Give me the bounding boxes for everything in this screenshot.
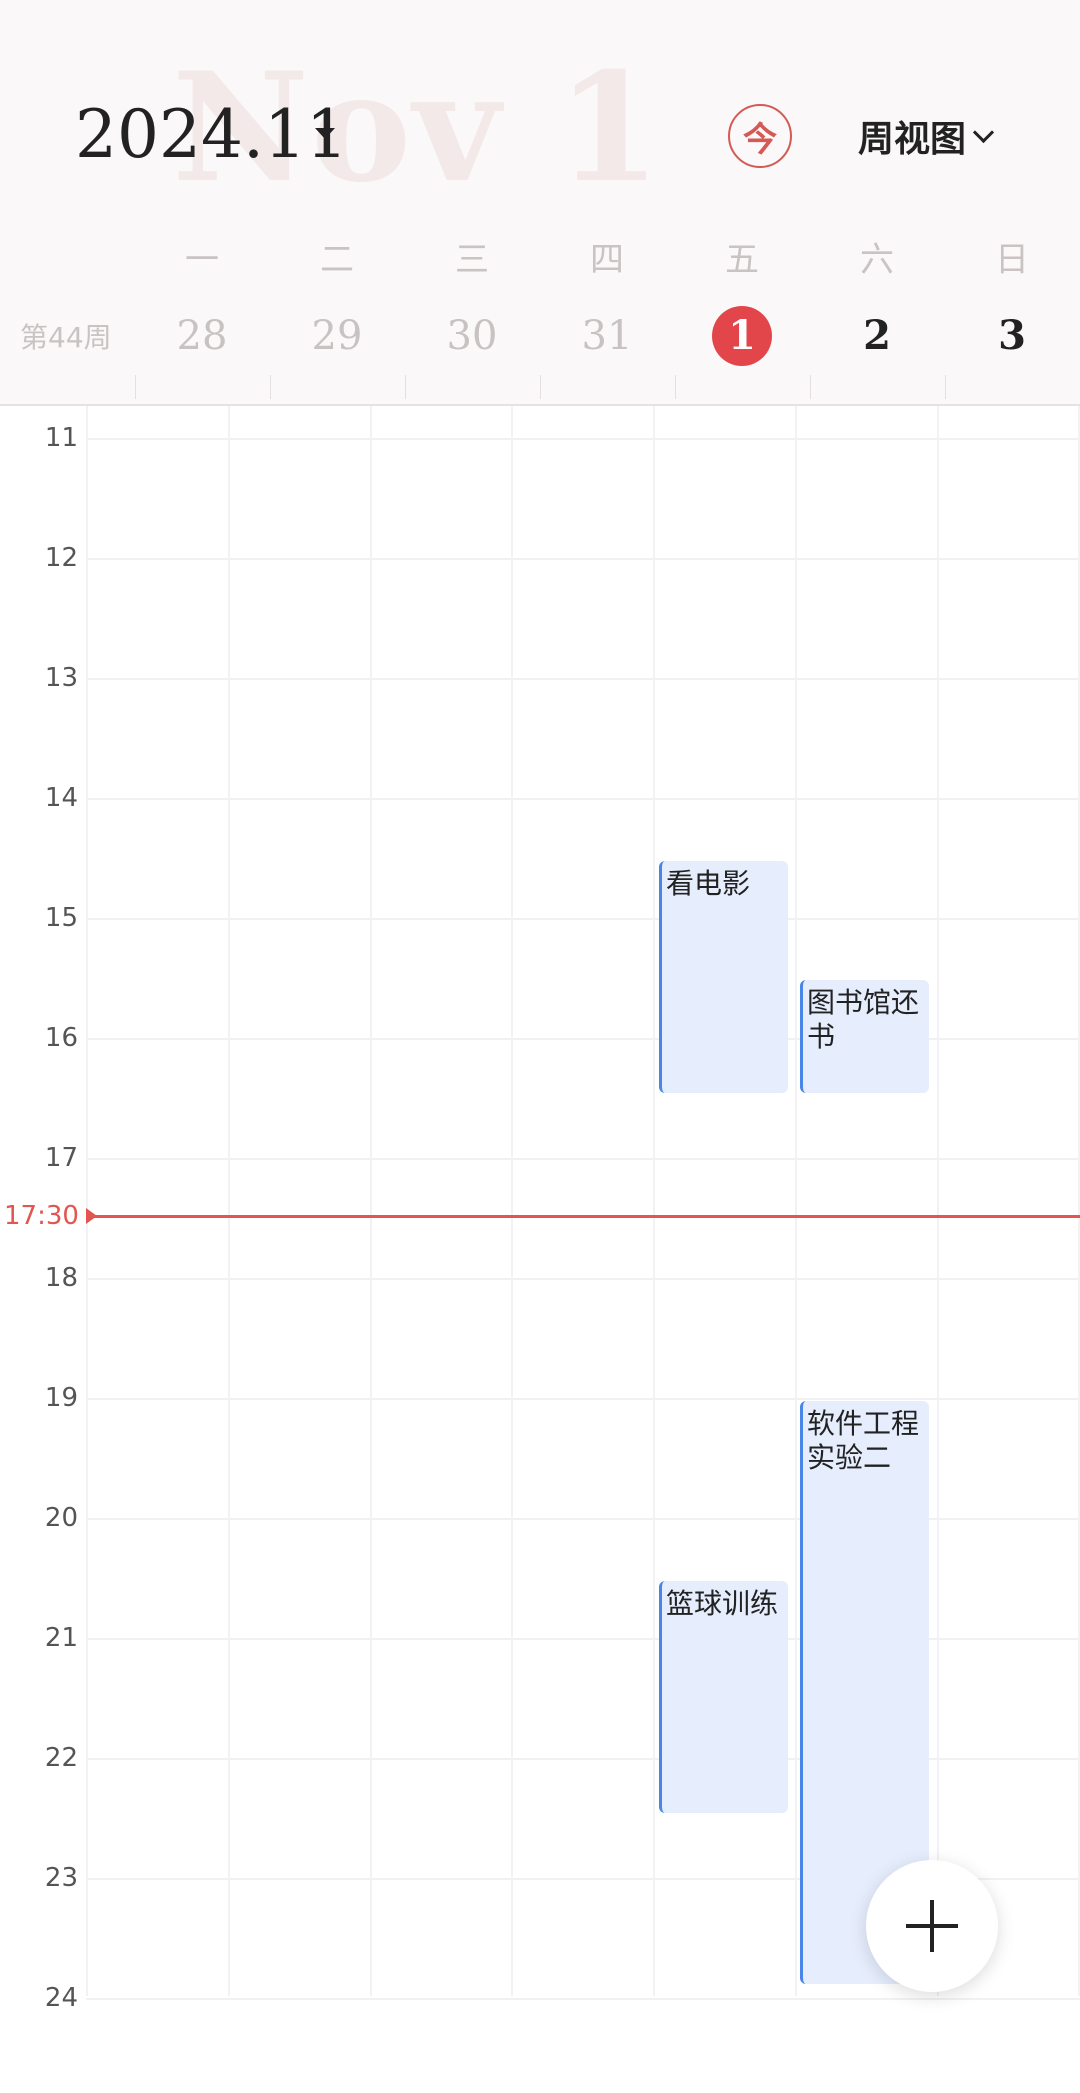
day-column-line	[511, 406, 513, 1996]
hour-label: 14	[44, 783, 78, 813]
calendar-header: Nov 1 2024.11 今 周视图 一 二 三 四 五 六 日 第44周 2…	[0, 0, 1080, 405]
hour-gridline	[86, 1038, 1080, 1040]
event-block[interactable]: 图书馆还书	[800, 980, 929, 1093]
week-time-grid[interactable]: 11 12 13 14 15 16 17 18 19 20 21 22 23 2…	[0, 406, 1080, 2093]
column-tick	[270, 375, 271, 399]
hour-label: 21	[44, 1623, 78, 1653]
weekday-label: 三	[455, 240, 489, 280]
hour-label: 23	[44, 1863, 78, 1893]
hour-label: 22	[44, 1743, 78, 1773]
day-column-line	[86, 406, 88, 1996]
add-event-button[interactable]	[866, 1860, 998, 1992]
date-cell[interactable]: 31	[567, 306, 647, 366]
today-button[interactable]: 今	[728, 104, 792, 168]
current-time-line	[90, 1215, 1080, 1218]
weekday-row: 一 二 三 四 五 六 日	[0, 232, 1080, 280]
current-time-label: 17:30	[4, 1201, 79, 1231]
date-row: 28 29 30 31 1 2 3	[0, 306, 1080, 366]
hour-label: 20	[44, 1503, 78, 1533]
hour-label: 12	[44, 543, 78, 573]
header-column-ticks	[0, 375, 1080, 405]
column-tick	[540, 375, 541, 399]
hour-gridline	[86, 798, 1080, 800]
day-column-line	[937, 406, 939, 1996]
hour-label: 18	[44, 1263, 78, 1293]
view-mode-label: 周视图	[858, 119, 967, 160]
hour-label: 24	[44, 1983, 78, 2013]
event-title: 篮球训练	[666, 1587, 779, 1620]
event-title: 图书馆还书	[807, 986, 920, 1053]
hour-gridline	[86, 1638, 1080, 1640]
caret-down-icon[interactable]	[315, 128, 335, 139]
day-column-line	[795, 406, 797, 1996]
weekday-label: 二	[320, 240, 354, 280]
column-tick	[675, 375, 676, 399]
month-selector[interactable]: 2024.11	[75, 96, 348, 173]
hour-gridline	[86, 1158, 1080, 1160]
weekday-label: 一	[185, 240, 219, 280]
hour-gridline	[86, 1758, 1080, 1760]
column-tick	[945, 375, 946, 399]
event-block[interactable]: 看电影	[659, 861, 788, 1093]
chevron-down-icon	[972, 121, 995, 143]
weekday-label: 五	[725, 240, 759, 280]
event-title: 软件工程实验二	[807, 1407, 920, 1474]
event-title: 看电影	[666, 867, 751, 900]
day-column-line	[228, 406, 230, 1996]
event-block[interactable]: 篮球训练	[659, 1581, 788, 1813]
date-cell-today[interactable]: 1	[702, 306, 782, 366]
hour-gridline	[86, 1998, 1080, 2000]
day-column-line	[370, 406, 372, 1996]
hour-label: 19	[44, 1383, 78, 1413]
hour-gridline	[86, 438, 1080, 440]
hour-gridline	[86, 678, 1080, 680]
column-tick	[405, 375, 406, 399]
hour-gridline	[86, 1278, 1080, 1280]
date-cell[interactable]: 30	[432, 306, 512, 366]
day-column-line	[653, 406, 655, 1996]
weekday-label: 六	[860, 240, 894, 280]
hour-label: 17	[44, 1143, 78, 1173]
hour-label: 15	[44, 903, 78, 933]
hour-gridline	[86, 558, 1080, 560]
date-cell[interactable]: 2	[837, 306, 917, 366]
plus-icon	[906, 1900, 958, 1952]
hour-label: 16	[44, 1023, 78, 1053]
date-cell[interactable]: 29	[297, 306, 377, 366]
weekday-label: 四	[590, 240, 624, 280]
column-tick	[810, 375, 811, 399]
view-mode-dropdown[interactable]: 周视图	[858, 112, 995, 160]
hour-gridline	[86, 1518, 1080, 1520]
hour-gridline	[86, 1398, 1080, 1400]
hour-gridline	[86, 918, 1080, 920]
date-cell[interactable]: 3	[972, 306, 1052, 366]
hour-label: 13	[44, 663, 78, 693]
weekday-label: 日	[995, 240, 1029, 280]
column-tick	[135, 375, 136, 399]
date-cell[interactable]: 28	[162, 306, 242, 366]
hour-label: 11	[44, 423, 78, 453]
